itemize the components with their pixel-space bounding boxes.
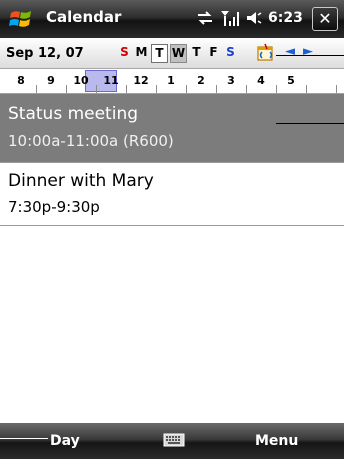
callout-line-softkey (0, 438, 48, 439)
callout-line-appointment (276, 123, 344, 124)
title-bar: Calendar 6:23 ✕ (0, 0, 344, 38)
clock-time[interactable]: 6:23 (268, 10, 303, 26)
signal-icon[interactable] (220, 9, 240, 27)
weekday-saturday[interactable]: S (223, 44, 238, 61)
previous-week-icon[interactable]: ◄ (285, 44, 295, 59)
appointment-row-selected[interactable]: Status meeting 10:00a-11:00a (R600) (0, 94, 344, 163)
weekday-sunday[interactable]: S (117, 44, 132, 61)
hour-label[interactable]: 11 (101, 74, 121, 87)
hour-ruler: 8 9 10 11 12 1 2 3 4 5 (0, 69, 344, 94)
close-icon: ✕ (318, 9, 332, 28)
hour-label[interactable]: 2 (191, 74, 211, 87)
callout-line-header (276, 55, 344, 56)
weekday-tuesday[interactable]: T (151, 44, 168, 63)
current-date[interactable]: Sep 12, 07 (6, 46, 84, 61)
day-softkey[interactable]: Day (50, 433, 80, 449)
appointment-subject: Dinner with Mary (8, 171, 154, 191)
hour-tick (276, 85, 277, 93)
hour-tick (126, 85, 127, 93)
hour-tick (306, 85, 307, 93)
go-to-today-icon[interactable] (256, 43, 276, 63)
appointment-row[interactable]: Dinner with Mary 7:30p-9:30p (0, 163, 344, 226)
close-button[interactable]: ✕ (312, 7, 338, 31)
weekday-thursday[interactable]: T (189, 44, 204, 61)
hour-label[interactable]: 5 (281, 74, 301, 87)
hour-tick (186, 85, 187, 93)
weekday-monday[interactable]: M (134, 44, 149, 61)
hour-tick (66, 85, 67, 93)
appointment-time: 7:30p-9:30p (8, 198, 100, 216)
week-navigation: ◄ ► (285, 44, 313, 59)
softkey-bar: Day Menu (0, 423, 344, 459)
weekday-wednesday-selected[interactable]: W (170, 44, 187, 63)
hour-label[interactable]: 1 (161, 74, 181, 87)
windows-start-icon[interactable] (8, 7, 34, 31)
hour-label[interactable]: 12 (131, 74, 151, 87)
weekday-friday[interactable]: F (206, 44, 221, 61)
date-header: Sep 12, 07 S M T W T F S ◄ ► (0, 38, 344, 69)
hour-label[interactable]: 3 (221, 74, 241, 87)
status-icons: 6:23 (196, 9, 303, 27)
hour-label[interactable]: 10 (71, 74, 91, 87)
hour-label[interactable]: 8 (11, 74, 31, 87)
hour-label[interactable]: 4 (251, 74, 271, 87)
next-week-icon[interactable]: ► (303, 44, 313, 59)
hour-tick (246, 85, 247, 93)
connectivity-icon[interactable] (196, 10, 214, 26)
keyboard-icon[interactable] (163, 432, 185, 448)
app-title: Calendar (46, 8, 122, 26)
speaker-icon[interactable] (246, 10, 262, 26)
appointment-subject: Status meeting (8, 104, 139, 124)
hour-tick (156, 85, 157, 93)
hour-tick (96, 85, 97, 93)
hour-tick (36, 85, 37, 93)
hour-tick (216, 85, 217, 93)
menu-softkey[interactable]: Menu (255, 433, 298, 449)
week-strip: S M T W T F S (117, 44, 238, 63)
hour-tick (336, 85, 337, 93)
hour-label[interactable]: 9 (41, 74, 61, 87)
appointment-time: 10:00a-11:00a (R600) (8, 132, 174, 150)
